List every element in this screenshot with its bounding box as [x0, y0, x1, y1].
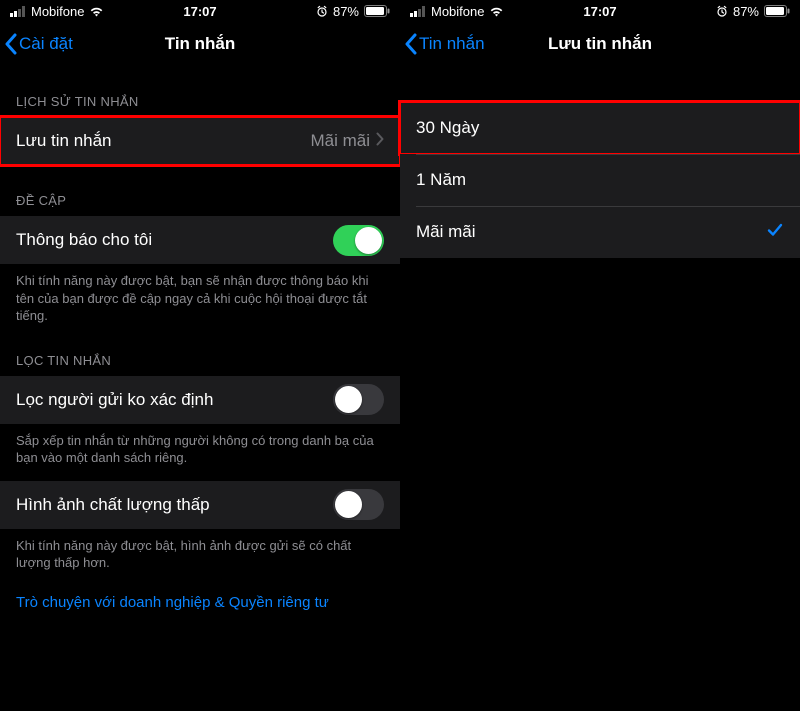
low-quality-toggle[interactable]	[333, 489, 384, 520]
back-button[interactable]: Cài đặt	[0, 33, 73, 55]
signal-icon	[10, 6, 26, 17]
section-header-history: LỊCH SỬ TIN NHẮN	[0, 66, 400, 117]
battery-icon	[364, 5, 390, 17]
status-bar: Mobifone 17:07 87%	[0, 0, 400, 22]
filter-unknown-footer: Sắp xếp tin nhắn từ những người không có…	[0, 424, 400, 467]
chevron-right-icon	[376, 131, 384, 151]
chevron-left-icon	[4, 33, 17, 55]
battery-percent: 87%	[733, 4, 759, 19]
battery-icon	[764, 5, 790, 17]
option-30-days[interactable]: 30 Ngày	[400, 102, 800, 154]
option-label: 30 Ngày	[416, 118, 479, 138]
carrier-label: Mobifone	[431, 4, 484, 19]
alarm-icon	[716, 5, 728, 17]
clock: 17:07	[583, 4, 616, 19]
filter-unknown-row: Lọc người gửi ko xác định	[0, 376, 400, 424]
phone-right: Mobifone 17:07 87% Tin nhắn	[400, 0, 800, 711]
wifi-icon	[489, 6, 504, 17]
filter-unknown-label: Lọc người gửi ko xác định	[16, 390, 213, 410]
section-header-filter: LỌC TIN NHẮN	[0, 325, 400, 376]
wifi-icon	[89, 6, 104, 17]
keep-messages-row[interactable]: Lưu tin nhắn Mãi mãi	[0, 117, 400, 165]
nav-bar: Cài đặt Tin nhắn	[0, 22, 400, 66]
nav-bar: Tin nhắn Lưu tin nhắn	[400, 22, 800, 66]
notify-me-row: Thông báo cho tôi	[0, 216, 400, 264]
keep-messages-label: Lưu tin nhắn	[16, 131, 112, 151]
notify-me-label: Thông báo cho tôi	[16, 230, 152, 250]
battery-percent: 87%	[333, 4, 359, 19]
business-privacy-link[interactable]: Trò chuyện với doanh nghiệp & Quyền riên…	[0, 572, 400, 611]
page-title: Lưu tin nhắn	[548, 34, 652, 54]
page-title: Tin nhắn	[165, 34, 236, 54]
back-label: Tin nhắn	[419, 34, 485, 54]
checkmark-icon	[766, 221, 784, 244]
low-quality-footer: Khi tính năng này được bật, hình ảnh đượ…	[0, 529, 400, 572]
phone-left: Mobifone 17:07 87% Cài đặt	[0, 0, 400, 711]
section-header-mention: ĐỀ CẬP	[0, 165, 400, 216]
chevron-left-icon	[404, 33, 417, 55]
clock: 17:07	[183, 4, 216, 19]
notify-me-footer: Khi tính năng này được bật, bạn sẽ nhận …	[0, 264, 400, 325]
filter-unknown-toggle[interactable]	[333, 384, 384, 415]
carrier-label: Mobifone	[31, 4, 84, 19]
status-bar: Mobifone 17:07 87%	[400, 0, 800, 22]
back-label: Cài đặt	[19, 34, 73, 54]
options-list: 30 Ngày 1 Năm Mãi mãi	[400, 102, 800, 258]
option-label: Mãi mãi	[416, 222, 476, 242]
option-1-year[interactable]: 1 Năm	[400, 154, 800, 206]
notify-me-toggle[interactable]	[333, 225, 384, 256]
low-quality-row: Hình ảnh chất lượng thấp	[0, 481, 400, 529]
signal-icon	[410, 6, 426, 17]
option-forever[interactable]: Mãi mãi	[400, 206, 800, 258]
option-label: 1 Năm	[416, 170, 466, 190]
keep-messages-value: Mãi mãi	[310, 131, 370, 151]
back-button[interactable]: Tin nhắn	[400, 33, 485, 55]
low-quality-label: Hình ảnh chất lượng thấp	[16, 495, 210, 515]
alarm-icon	[316, 5, 328, 17]
